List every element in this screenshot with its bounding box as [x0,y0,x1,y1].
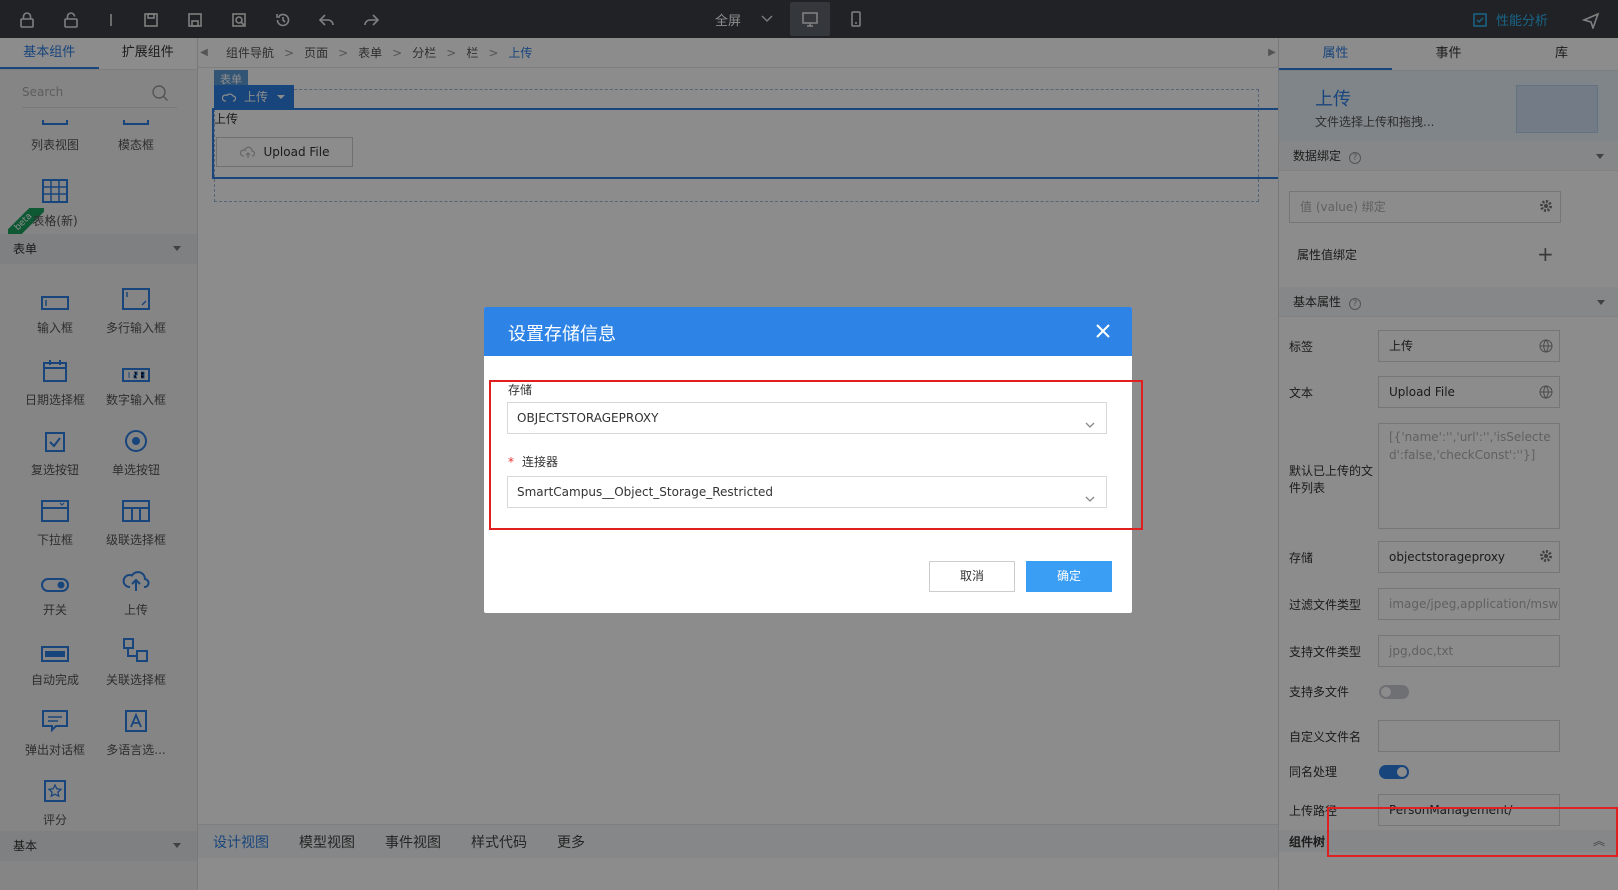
storage-settings-dialog: 设置存储信息 存储 OBJECTSTORAGEPROXY * 连接器 SmartC… [484,307,1143,613]
chevron-down-icon [1084,486,1096,516]
storage-select[interactable]: OBJECTSTORAGEPROXY [507,402,1107,434]
close-icon[interactable] [1094,322,1112,340]
storage-select-value: OBJECTSTORAGEPROXY [517,411,659,425]
required-asterisk: * [508,455,514,469]
chevron-down-icon [1084,412,1096,442]
cancel-button[interactable]: 取消 [929,561,1015,592]
connector-select-value: SmartCampus__Object_Storage_Restricted [517,485,773,499]
connector-label: * 连接器 [508,455,559,469]
storage-label: 存储 [508,383,533,397]
highlight-box [1327,807,1618,857]
connector-select[interactable]: SmartCampus__Object_Storage_Restricted [507,476,1107,508]
dialog-header: 设置存储信息 [484,307,1132,356]
dialog-title: 设置存储信息 [508,324,616,345]
confirm-button[interactable]: 确定 [1026,561,1112,592]
